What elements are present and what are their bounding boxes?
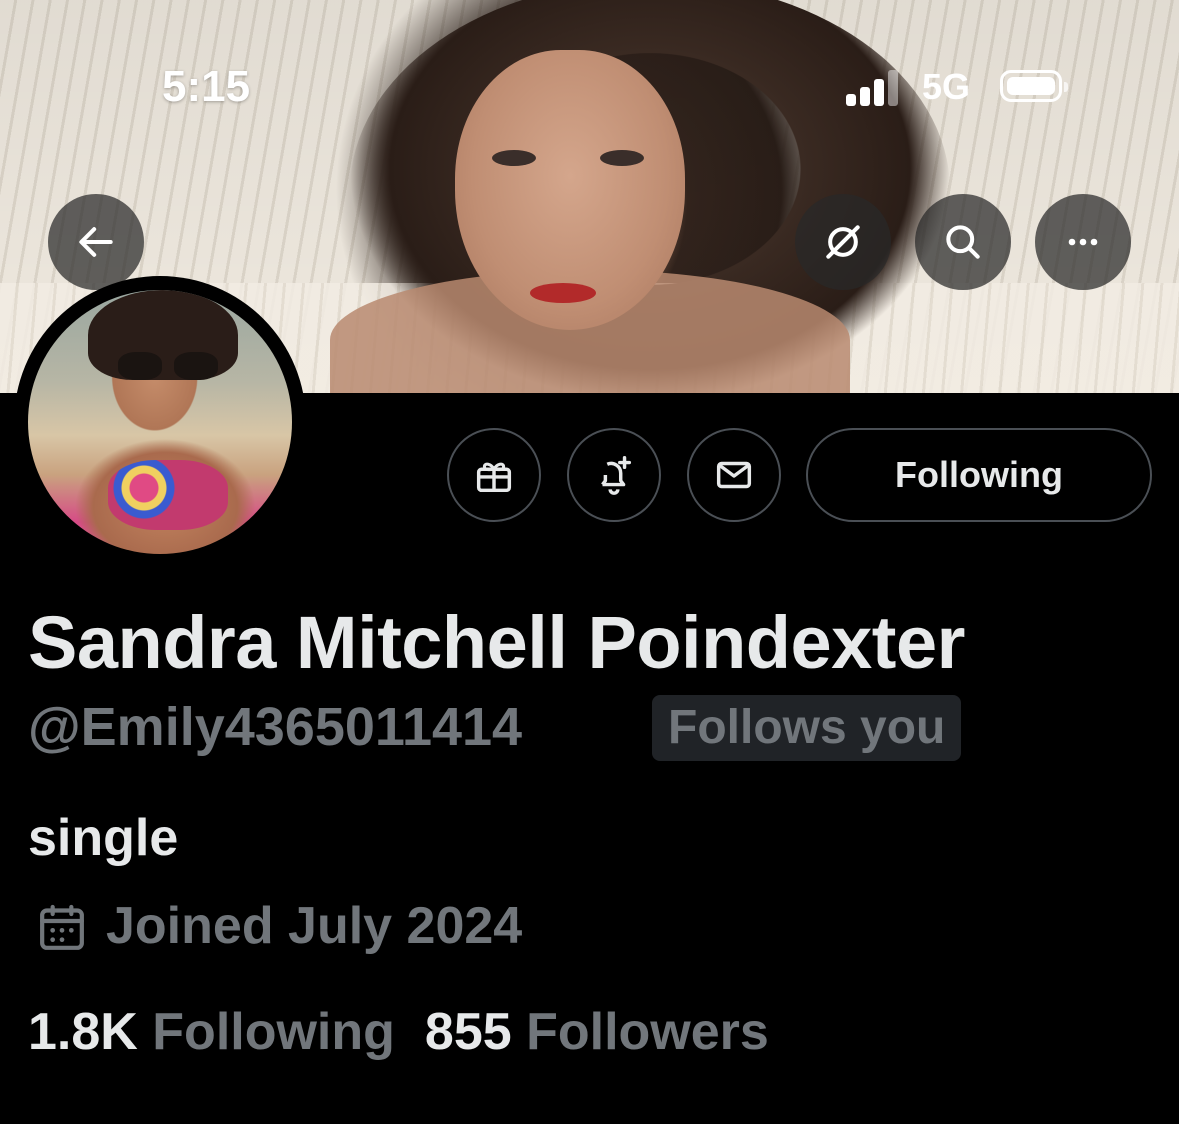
- following-button[interactable]: Following: [806, 428, 1152, 522]
- following-stat[interactable]: 1.8K Following: [28, 1003, 395, 1061]
- followers-count: 855: [424, 1003, 512, 1061]
- grok-button[interactable]: [795, 194, 891, 290]
- banner-lips: [530, 283, 596, 303]
- cellular-signal-icon: [846, 68, 902, 106]
- avatar-photo: [28, 290, 292, 554]
- following-label: Following: [152, 1003, 395, 1061]
- network-type: 5G: [922, 66, 971, 107]
- followers-stat[interactable]: 855 Followers: [425, 1003, 769, 1061]
- followers-label: Followers: [526, 1003, 769, 1061]
- notifications-button[interactable]: [567, 428, 661, 522]
- user-handle: @Emily4365011414: [28, 697, 523, 757]
- follow-stats: 1.8K Following 855 Followers: [28, 1002, 769, 1062]
- more-button[interactable]: [1035, 194, 1131, 290]
- display-name: Sandra Mitchell Poindexter: [28, 601, 965, 684]
- following-count: 1.8K: [28, 1003, 138, 1061]
- back-button[interactable]: [48, 194, 144, 290]
- calendar-icon: [40, 904, 84, 950]
- status-time: 5:15: [162, 62, 251, 111]
- battery-icon: [1000, 70, 1068, 102]
- gift-icon: [476, 462, 512, 493]
- banner-eye-left: [492, 150, 536, 166]
- follows-you-badge: Follows you: [652, 695, 962, 761]
- avatar-sunglasses: [118, 352, 218, 382]
- bio: single: [28, 809, 179, 867]
- avatar-swimwear: [108, 460, 228, 530]
- grok-icon: [826, 225, 860, 259]
- banner-eye-right: [600, 150, 644, 166]
- search-button[interactable]: [915, 194, 1011, 290]
- gift-button[interactable]: [447, 428, 541, 522]
- search-icon: [946, 225, 980, 259]
- more-icon: [1068, 238, 1098, 246]
- joined-date: Joined July 2024: [106, 897, 523, 955]
- bell-plus-icon: [601, 456, 632, 495]
- mail-icon: [716, 461, 752, 489]
- back-arrow-icon: [79, 227, 113, 257]
- message-button[interactable]: [687, 428, 781, 522]
- avatar[interactable]: [14, 276, 306, 568]
